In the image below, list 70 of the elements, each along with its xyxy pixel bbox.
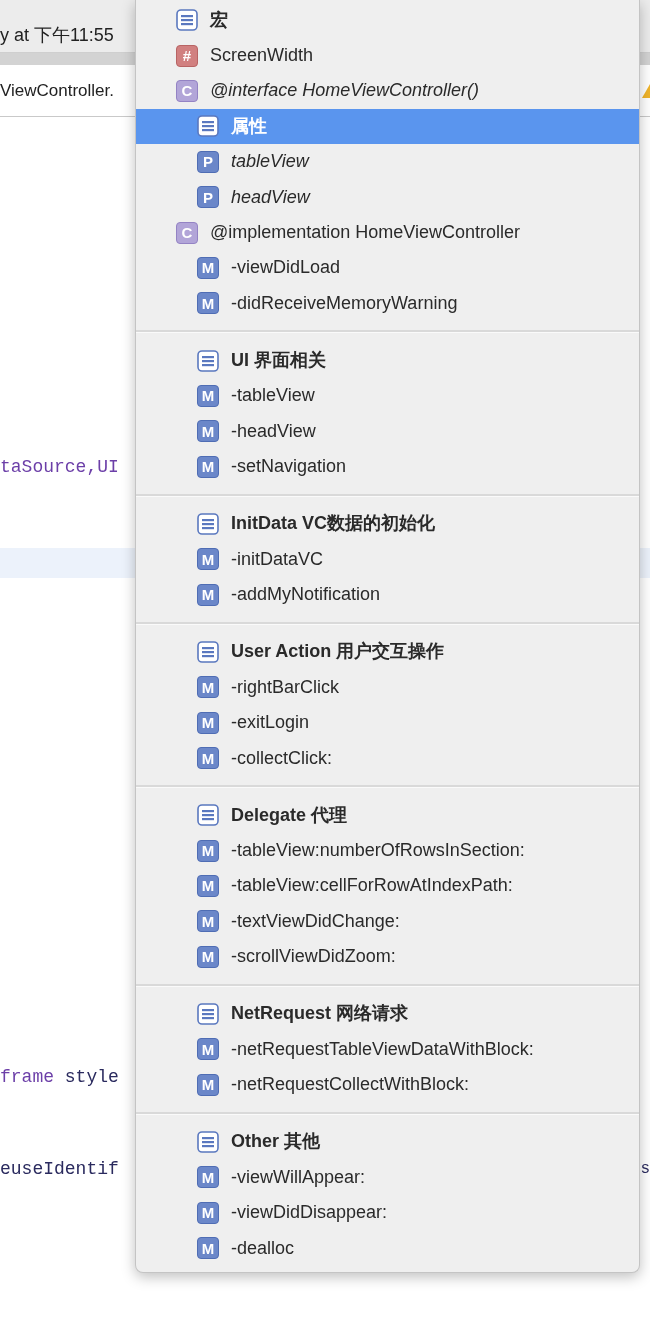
symbol-badge: M <box>197 1073 219 1096</box>
symbol-badge: M <box>197 548 219 571</box>
list-icon <box>197 349 219 372</box>
menu-item[interactable]: M -dealloc <box>136 1230 639 1266</box>
symbol-badge: M <box>197 292 219 315</box>
symbol-badge: M <box>197 384 219 407</box>
menu-item[interactable]: M -didReceiveMemoryWarning <box>136 285 639 321</box>
menu-item[interactable]: M -netRequestTableViewDataWithBlock: <box>136 1031 639 1068</box>
menu-item[interactable]: Delegate 代理 <box>136 797 639 833</box>
symbol-badge: M <box>197 874 219 897</box>
code-text: style <box>63 1067 119 1087</box>
symbol-badge: # <box>176 44 198 67</box>
menu-item[interactable]: NetRequest 网络请求 <box>136 996 639 1032</box>
code-text: s <box>640 1159 650 1180</box>
symbol-badge: C <box>176 79 198 102</box>
list-icon <box>197 1130 219 1153</box>
menu-item[interactable]: M -scrollViewDidZoom: <box>136 939 639 975</box>
list-icon <box>176 9 198 32</box>
list-icon <box>197 804 219 827</box>
menu-item[interactable]: M -tableView:numberOfRowsInSection: <box>136 832 639 869</box>
menu-item[interactable]: 宏 <box>136 2 639 38</box>
menu-item[interactable]: # ScreenWidth <box>136 37 639 74</box>
symbol-badge: M <box>197 839 219 862</box>
code-text: euseIdentif <box>0 1159 119 1179</box>
symbol-badge: M <box>197 1237 219 1260</box>
symbol-badge: M <box>197 910 219 933</box>
menu-item[interactable]: M -headView <box>136 413 639 449</box>
menu-item[interactable]: M -netRequestCollectWithBlock: <box>136 1067 639 1103</box>
menu-item[interactable]: M -addMyNotification <box>136 576 639 613</box>
symbol-badge: P <box>197 150 219 173</box>
symbol-badge: M <box>197 256 219 279</box>
symbol-badge: M <box>197 747 219 769</box>
menu-item[interactable]: M -viewWillAppear: <box>136 1159 639 1195</box>
menu-item[interactable]: C @interface HomeViewController() <box>136 73 639 109</box>
symbol-badge: M <box>197 455 219 478</box>
status-text: y at 下午11:55 <box>0 26 114 44</box>
list-icon <box>197 115 219 138</box>
menu-item[interactable]: P headView <box>136 179 639 215</box>
symbol-badge: P <box>197 186 219 209</box>
menu-item[interactable]: M -textViewDidChange: <box>136 903 639 940</box>
menu-item[interactable]: M -setNavigation <box>136 449 639 485</box>
symbol-badge: M <box>197 945 219 968</box>
code-text: taSource,UI <box>0 457 119 477</box>
menu-item[interactable]: UI 界面相关 <box>136 342 639 379</box>
menu-item[interactable]: User Action 用户交互操作 <box>136 634 639 670</box>
menu-item[interactable]: M -rightBarClick <box>136 669 639 705</box>
menu-item[interactable]: M -initDataVC <box>136 541 639 577</box>
code-text: frame <box>0 1067 54 1087</box>
symbol-badge: M <box>197 583 219 606</box>
menu-item[interactable]: C @implementation HomeViewController <box>136 214 639 251</box>
menu-item[interactable]: M -viewDidDisappear: <box>136 1195 639 1231</box>
menu-item[interactable]: M -tableView <box>136 378 639 414</box>
list-icon <box>197 512 219 535</box>
file-path[interactable]: ViewController. <box>0 77 115 104</box>
menu-item[interactable]: M -collectClick: <box>136 740 639 776</box>
menu-item[interactable]: P tableView <box>136 144 639 180</box>
menu-item[interactable]: InitData VC数据的初始化 <box>136 506 639 542</box>
symbol-badge: C <box>176 221 198 244</box>
symbol-badge: M <box>197 1166 219 1189</box>
menu-item[interactable]: M -tableView:cellForRowAtIndexPath: <box>136 868 639 904</box>
symbol-badge: M <box>197 676 219 699</box>
symbol-badge: M <box>197 1201 219 1224</box>
menu-item[interactable]: Other 其他 <box>136 1124 639 1160</box>
menu-item[interactable]: M -exitLogin <box>136 704 639 741</box>
list-icon <box>197 1002 219 1025</box>
symbol-badge: M <box>197 420 219 443</box>
symbol-badge: M <box>197 1038 219 1061</box>
symbol-badge: M <box>197 711 219 734</box>
list-icon <box>197 640 219 663</box>
menu-item[interactable]: M -viewDidLoad <box>136 250 639 286</box>
